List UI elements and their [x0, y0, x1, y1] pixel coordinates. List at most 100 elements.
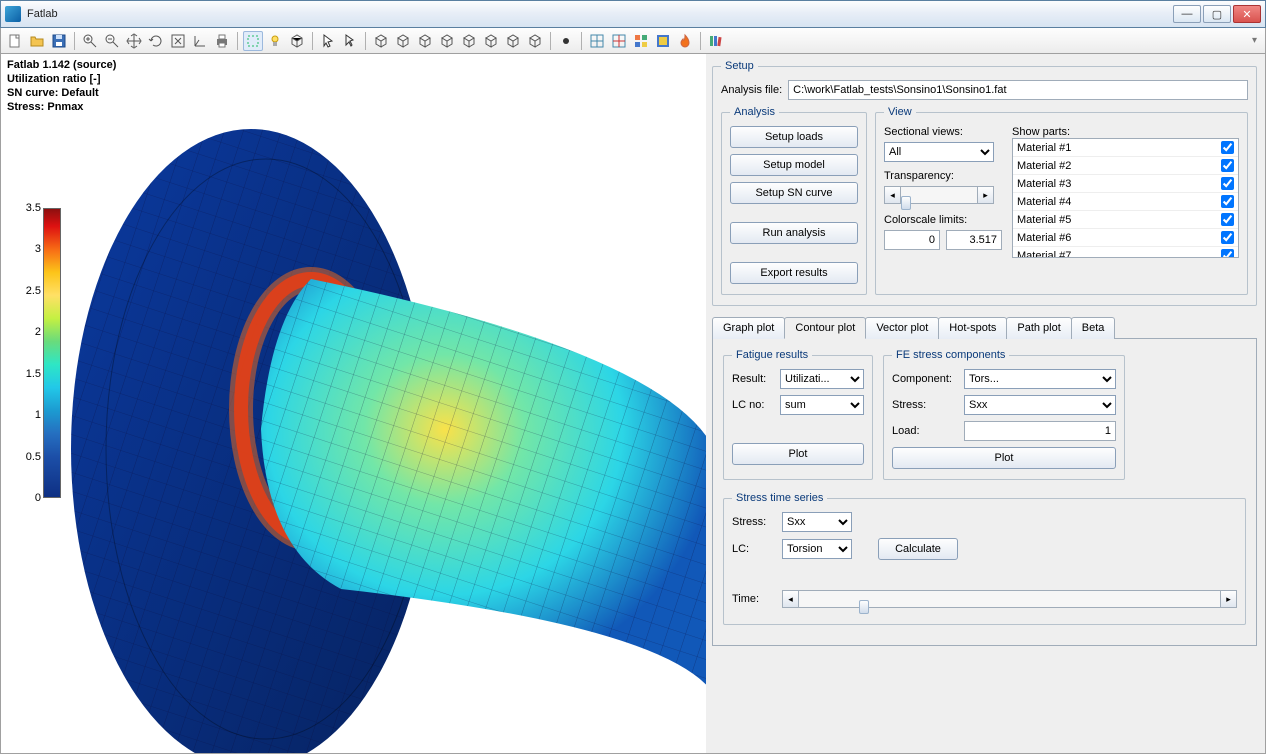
toolbar: ▾ — [0, 28, 1266, 54]
pick-icon[interactable] — [340, 31, 360, 51]
parts-list-item[interactable]: Material #6 — [1013, 229, 1238, 247]
app-icon — [5, 6, 21, 22]
grid4-icon[interactable] — [653, 31, 673, 51]
save-icon[interactable] — [49, 31, 69, 51]
fatigue-plot-button[interactable]: Plot — [732, 443, 864, 465]
dot-icon[interactable] — [556, 31, 576, 51]
setup-model-button[interactable]: Setup model — [730, 154, 858, 176]
part-label: Material #6 — [1017, 232, 1071, 244]
setup-loads-button[interactable]: Setup loads — [730, 126, 858, 148]
view-bottom-icon[interactable] — [525, 31, 545, 51]
parts-list-item[interactable]: Material #3 — [1013, 175, 1238, 193]
view-iso1-icon[interactable] — [371, 31, 391, 51]
new-file-icon[interactable] — [5, 31, 25, 51]
part-checkbox[interactable] — [1221, 231, 1234, 244]
fes-plot-button[interactable]: Plot — [892, 447, 1116, 469]
ts-lc-select[interactable]: Torsion — [782, 539, 852, 559]
transparency-label: Transparency: — [884, 170, 1002, 182]
box-icon[interactable] — [287, 31, 307, 51]
part-label: Material #1 — [1017, 142, 1071, 154]
grid1-icon[interactable] — [587, 31, 607, 51]
part-checkbox[interactable] — [1221, 195, 1234, 208]
parts-list-item[interactable]: Material #4 — [1013, 193, 1238, 211]
axis-icon[interactable] — [190, 31, 210, 51]
fit-icon[interactable] — [168, 31, 188, 51]
load-label: Load: — [892, 425, 958, 437]
fes-stress-select[interactable]: Sxx — [964, 395, 1116, 415]
close-button[interactable]: ✕ — [1233, 5, 1261, 23]
run-analysis-button[interactable]: Run analysis — [730, 222, 858, 244]
calculate-button[interactable]: Calculate — [878, 538, 958, 560]
part-checkbox[interactable] — [1221, 177, 1234, 190]
grid3-icon[interactable] — [631, 31, 651, 51]
part-checkbox[interactable] — [1221, 213, 1234, 226]
analysis-legend: Analysis — [730, 106, 779, 118]
view-iso2-icon[interactable] — [393, 31, 413, 51]
colorscale-max-input[interactable] — [946, 230, 1002, 250]
view-group: View Sectional views: All Transparency: … — [875, 106, 1248, 295]
part-checkbox[interactable] — [1221, 159, 1234, 172]
view-left-icon[interactable] — [459, 31, 479, 51]
ts-stress-label: Stress: — [732, 516, 776, 528]
transparency-slider[interactable]: ◂ ▸ — [884, 186, 994, 204]
parts-list-item[interactable]: Material #5 — [1013, 211, 1238, 229]
parts-list-item[interactable]: Material #1 — [1013, 139, 1238, 157]
time-slider[interactable]: ◂ ▸ — [782, 590, 1237, 608]
colorscale-min-input[interactable] — [884, 230, 940, 250]
time-label: Time: — [732, 593, 776, 605]
pan-icon[interactable] — [124, 31, 144, 51]
part-checkbox[interactable] — [1221, 141, 1234, 154]
fatigue-results-group: Fatigue results Result: Utilizati... LC … — [723, 349, 873, 480]
tab-path-plot[interactable]: Path plot — [1006, 317, 1071, 339]
parts-list-item[interactable]: Material #2 — [1013, 157, 1238, 175]
select-icon[interactable] — [243, 31, 263, 51]
tab-vector-plot[interactable]: Vector plot — [865, 317, 939, 339]
rotate-icon[interactable] — [146, 31, 166, 51]
view-right-icon[interactable] — [481, 31, 501, 51]
ts-stress-select[interactable]: Sxx — [782, 512, 852, 532]
colorbar-tick: 1 — [19, 409, 41, 421]
analysis-file-input[interactable] — [788, 80, 1248, 100]
sectional-views-select[interactable]: All — [884, 142, 994, 162]
maximize-button[interactable]: ▢ — [1203, 5, 1231, 23]
tab-contour-plot[interactable]: Contour plot — [784, 317, 866, 339]
print-icon[interactable] — [212, 31, 232, 51]
view-legend: View — [884, 106, 916, 118]
minimize-button[interactable]: — — [1173, 5, 1201, 23]
plot-tabs: Graph plot Contour plot Vector plot Hot-… — [712, 316, 1257, 339]
part-label: Material #2 — [1017, 160, 1071, 172]
books-icon[interactable] — [706, 31, 726, 51]
export-results-button[interactable]: Export results — [730, 262, 858, 284]
side-panel: Setup Analysis file: Analysis Setup load… — [706, 54, 1265, 753]
open-file-icon[interactable] — [27, 31, 47, 51]
grid2-icon[interactable] — [609, 31, 629, 51]
toolbar-overflow-icon[interactable]: ▾ — [1252, 35, 1261, 46]
viewport-3d[interactable]: Fatlab 1.142 (source) Utilization ratio … — [1, 54, 706, 753]
parts-list-item[interactable]: Material #7 — [1013, 247, 1238, 258]
overlay-line: Fatlab 1.142 (source) — [7, 58, 116, 72]
tab-graph-plot[interactable]: Graph plot — [712, 317, 785, 339]
load-input[interactable] — [964, 421, 1116, 441]
cursor-icon[interactable] — [318, 31, 338, 51]
fatigue-legend: Fatigue results — [732, 349, 812, 361]
view-front-icon[interactable] — [415, 31, 435, 51]
parts-list[interactable]: Material #1 Material #2 Material #3 Materia… — [1012, 138, 1239, 258]
component-select[interactable]: Tors... — [964, 369, 1116, 389]
fes-legend: FE stress components — [892, 349, 1009, 361]
part-checkbox[interactable] — [1221, 249, 1234, 258]
tab-hot-spots[interactable]: Hot-spots — [938, 317, 1007, 339]
light-icon[interactable] — [265, 31, 285, 51]
zoom-in-icon[interactable] — [80, 31, 100, 51]
setup-group: Setup Analysis file: Analysis Setup load… — [712, 60, 1257, 306]
zoom-out-icon[interactable] — [102, 31, 122, 51]
flame-icon[interactable] — [675, 31, 695, 51]
tab-beta[interactable]: Beta — [1071, 317, 1116, 339]
result-select[interactable]: Utilizati... — [780, 369, 864, 389]
setup-sn-button[interactable]: Setup SN curve — [730, 182, 858, 204]
lcno-select[interactable]: sum — [780, 395, 864, 415]
ts-legend: Stress time series — [732, 492, 827, 504]
view-top-icon[interactable] — [503, 31, 523, 51]
view-back-icon[interactable] — [437, 31, 457, 51]
fea-model-graphic — [61, 109, 706, 753]
part-label: Material #3 — [1017, 178, 1071, 190]
